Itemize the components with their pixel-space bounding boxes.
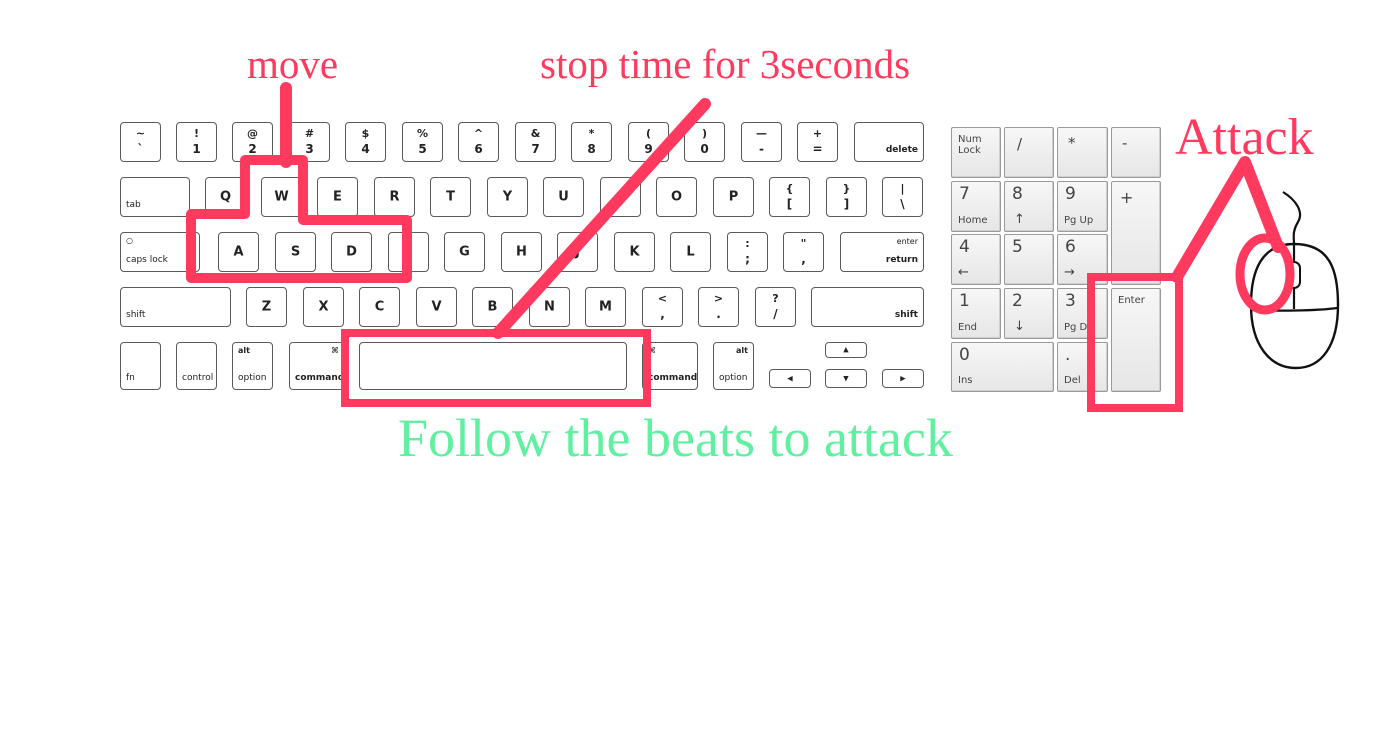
stop-time-label: stop time for 3seconds [540,41,911,87]
enter-highlight [1087,273,1183,412]
wasd-highlight [186,155,412,283]
move-label: move [247,41,339,87]
attack-label: Attack [1175,109,1314,166]
follow-beats-label: Follow the beats to attack [398,408,953,468]
stop-time-pointer-line [492,98,711,339]
control-diagram: ~ ` ! 1 @2 #3 $4 % 5 ^ 6 & 7 * 8 (9 ) 0 — - + = d… [0,0,1390,732]
space-highlight [341,329,651,407]
left-click-highlight [1235,233,1295,315]
attack-pointer-line [1171,156,1284,283]
